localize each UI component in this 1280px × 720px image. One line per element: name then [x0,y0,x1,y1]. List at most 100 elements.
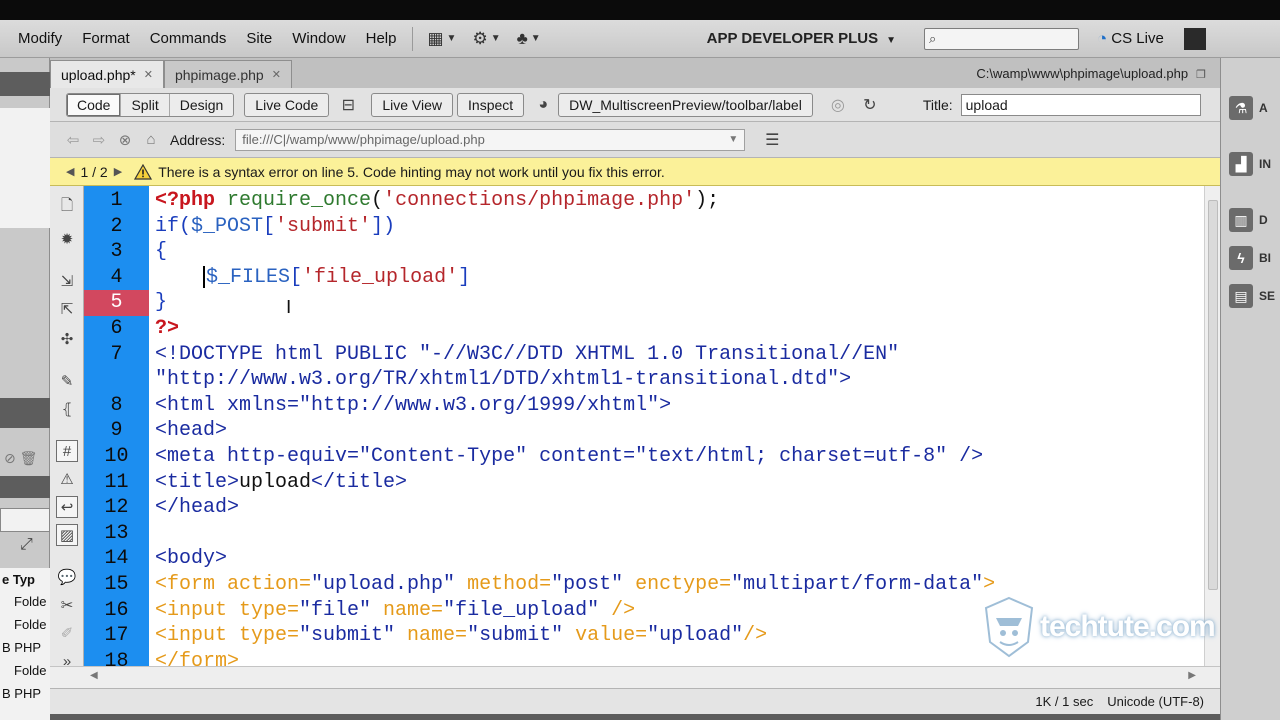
code-line[interactable]: 1 <?php require_once('connections/phpimag… [84,188,1204,214]
code-token: "multipart/form-data" [731,572,984,596]
menu-help[interactable]: Help [356,30,407,47]
close-icon[interactable]: ✕ [144,68,153,81]
list-item[interactable]: B PHP [2,686,41,701]
more-options-icon[interactable]: » [56,650,78,667]
tab-phpimage-php[interactable]: phpimage.php ✕ [163,60,292,88]
design-view-button[interactable]: Design [169,93,234,116]
code-line[interactable]: "http://www.w3.org/TR/xhtml1/DTD/xhtml1-… [84,367,1204,393]
panel-item-bindings[interactable]: ϟ BI [1229,246,1271,270]
forward-icon[interactable]: ⇨ [88,129,110,151]
list-item[interactable]: Folde [14,594,47,609]
window-control-button[interactable] [1183,27,1206,50]
panel-header [0,476,50,498]
select-parent-tag-icon[interactable]: ✎ [56,370,78,392]
expand-icon[interactable]: ⤢ [20,536,33,554]
code-line[interactable]: 10 <meta http-equiv="Content-Type" conten… [84,444,1204,470]
home-icon[interactable]: ⌂ [140,129,162,151]
stop-icon[interactable]: ⊗ [114,129,136,151]
code-text: "http://www.w3.org/TR/xhtml1/DTD/xhtml1-… [155,367,851,393]
highlight-invalid-code-icon[interactable]: ⚠ [56,468,78,490]
code-editor[interactable]: 🗋 ✹ ⇲ ⇱ ✣ ✎ ⦃ # ⚠ ↩ ▨ 💬 ✂ ✐ » 1 <?php req… [50,186,1220,666]
cs-live-icon: ◔ [1097,28,1108,48]
code-line-error[interactable]: 5} [84,290,1204,316]
scroll-right-icon[interactable]: ▶ [1188,670,1196,681]
code-line[interactable]: 11 <title>upload</title> [84,470,1204,496]
menu-window[interactable]: Window [282,30,355,47]
menu-modify[interactable]: Modify [0,30,72,47]
back-icon[interactable]: ⇦ [62,129,84,151]
menu-format[interactable]: Format [72,30,140,47]
delete-icon[interactable]: ⊘ 🗑 [4,450,37,467]
multiscreen-preview-button[interactable]: DW_MultiscreenPreview/toolbar/label [558,92,813,117]
site-menu-button[interactable]: ♣ ▼ [509,29,549,49]
check-browser-icon[interactable]: ⊟ [335,93,361,117]
collapse-full-tag-icon[interactable]: ⇲ [56,270,78,292]
live-view-button[interactable]: Live View [371,92,454,117]
code-token: value= [563,624,648,648]
code-text: </form> [155,649,239,666]
title-input[interactable]: upload [960,93,1201,116]
code-text: <title>upload</title> [155,470,407,496]
globe-icon[interactable]: ◕ [530,93,556,117]
layout-menu-button[interactable]: ▦ ▼ [419,29,464,49]
site-dropdown[interactable] [0,508,50,532]
extend-menu-button[interactable]: ⚙ ▼ [464,29,508,49]
show-code-navigator-icon[interactable]: ✹ [56,228,78,250]
panel-item-server-behaviors[interactable]: ▤ SE [1229,284,1275,308]
vertical-scrollbar[interactable] [1204,186,1220,666]
browser-options-icon[interactable]: ☰ [759,128,785,152]
line-numbers-icon[interactable]: # [56,440,78,462]
expand-all-icon[interactable]: ✣ [56,328,78,350]
open-documents-icon[interactable]: 🗋 [56,196,78,218]
code-line[interactable]: 2 if($_POST['submit']) [84,214,1204,240]
wrap-tag-icon[interactable]: ✐ [56,622,78,644]
chevron-down-icon[interactable]: ▼ [728,134,738,145]
menu-commands[interactable]: Commands [140,30,237,47]
balance-braces-icon[interactable]: ⦃ [56,398,78,420]
code-line[interactable]: 7 <!DOCTYPE html PUBLIC "-//W3C//DTD XHTM… [84,342,1204,368]
horizontal-scrollbar[interactable]: ◀ ▶ [50,666,1220,688]
search-input[interactable]: ⌕ [924,27,1080,50]
word-wrap-icon[interactable]: ↩ [56,496,78,518]
code-line[interactable]: 6 ?> [84,316,1204,342]
inspect-button[interactable]: Inspect [457,92,525,117]
remove-comment-icon[interactable]: ✂ [56,594,78,616]
panel-item-insert[interactable]: ▟ IN [1229,152,1271,176]
list-item[interactable]: B PHP [2,640,41,655]
next-error-icon[interactable]: ▶ [114,165,122,178]
code-line[interactable]: 12 </head> [84,495,1204,521]
panel-item-assets[interactable]: ⚗ A [1229,96,1268,120]
column-header-type[interactable]: e Typ [2,572,35,587]
collapse-selection-icon[interactable]: ⇱ [56,298,78,320]
code-text: <html xmlns="http://www.w3.org/1999/xhtm… [155,393,671,419]
restore-icon[interactable]: ❐ [1196,69,1206,81]
code-line[interactable]: 14 <body> [84,546,1204,572]
syntax-coloring-icon[interactable]: ▨ [56,524,78,546]
scroll-left-icon[interactable]: ◀ [90,670,98,681]
refresh-icon[interactable]: ↻ [857,93,883,117]
cs-live-button[interactable]: ◔ CS Live [1097,29,1164,49]
code-view-button[interactable]: Code [67,93,122,116]
code-line[interactable]: 4 $_FILES['file_upload'] [84,265,1204,291]
code-token: 'file_upload' [302,265,459,289]
document-tabs: upload.php* ✕ phpimage.php ✕ C:\wamp\www\p… [50,58,1220,88]
code-line[interactable]: 3{ [84,239,1204,265]
address-input[interactable]: file:///C|/wamp/www/phpimage/upload.php ▼ [235,128,746,151]
close-icon[interactable]: ✕ [272,68,281,81]
previous-error-icon[interactable]: ◀ [66,165,74,178]
apply-comment-icon[interactable]: 💬 [56,566,78,588]
workspace-switcher[interactable]: APP DEVELOPER PLUS ▼ [699,30,904,47]
code-line[interactable]: 8 <html xmlns="http://www.w3.org/1999/xht… [84,393,1204,419]
panel-item-databases[interactable]: ▥ D [1229,208,1268,232]
tab-upload-php[interactable]: upload.php* ✕ [50,60,164,88]
live-code-button[interactable]: Live Code [244,92,330,117]
menu-site[interactable]: Site [236,30,282,47]
code-line[interactable]: 15 <form action="upload.php" method="post… [84,572,1204,598]
list-item[interactable]: Folde [14,663,47,678]
scroll-thumb[interactable] [1208,200,1218,590]
split-view-button[interactable]: Split [121,93,170,116]
code-line[interactable]: 13 [84,521,1204,547]
code-line[interactable]: 9 <head> [84,418,1204,444]
list-item[interactable]: Folde [14,617,47,632]
visual-aids-icon[interactable]: ◎ [825,93,851,117]
